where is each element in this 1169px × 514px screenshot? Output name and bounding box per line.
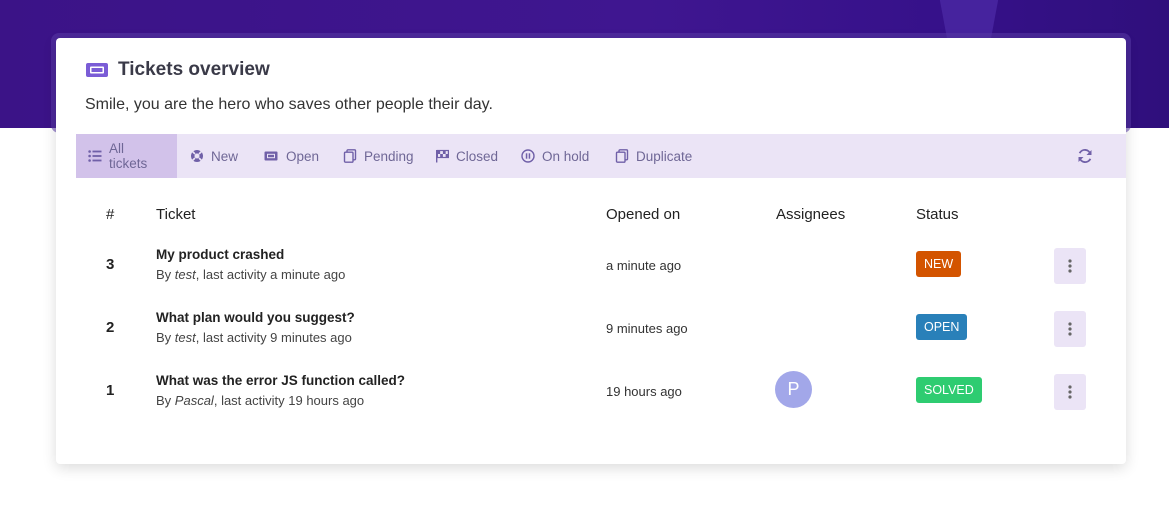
copy-icon [615, 149, 629, 163]
row-actions-button[interactable] [1054, 311, 1086, 347]
flag-checkered-icon [436, 149, 449, 163]
tab-pending[interactable]: Pending [331, 134, 426, 178]
tab-label: Duplicate [636, 148, 693, 164]
ticket-meta: By Pascal, last activity 19 hours ago [156, 393, 365, 408]
column-header-assignees: Assignees [776, 206, 846, 223]
tab-closed[interactable]: Closed [423, 134, 510, 178]
more-vertical-icon [1068, 322, 1072, 336]
ticket-meta: By test, last activity a minute ago [156, 267, 346, 282]
ticket-number: 3 [106, 256, 115, 273]
status-badge: SOLVED [916, 377, 982, 403]
card-header: Tickets overview Smile, you are the hero… [56, 38, 1126, 134]
row-actions-button[interactable] [1054, 374, 1086, 410]
column-header-number: # [106, 206, 115, 223]
last-activity: last activity 19 hours ago [221, 393, 365, 408]
ticket-title[interactable]: My product crashed [156, 247, 284, 262]
ticket-author: test [174, 330, 196, 345]
ticket-author: test [174, 267, 196, 282]
ticket-icon [264, 151, 278, 161]
opened-on: 19 hours ago [606, 384, 682, 399]
list-icon [88, 150, 102, 162]
tab-all-tickets[interactable]: All tickets [76, 134, 177, 178]
status-badge: NEW [916, 251, 962, 277]
column-header-opened-on: Opened on [606, 206, 681, 223]
refresh-icon[interactable] [1077, 148, 1093, 164]
tab-label: Pending [364, 148, 414, 164]
tab-label: Open [286, 148, 320, 164]
tab-new[interactable]: New [178, 134, 250, 178]
tab-label: All tickets [109, 141, 148, 171]
pause-circle-icon [521, 149, 535, 163]
copy-icon [343, 149, 357, 163]
ticket-number: 2 [106, 319, 115, 336]
tab-on-hold[interactable]: On hold [509, 134, 601, 178]
page-title: Tickets overview [118, 59, 270, 80]
column-header-status: Status [916, 206, 959, 223]
by-label: By [156, 330, 172, 345]
ticket-filter-tabs: All tickets New Open Pending Closed On h… [76, 134, 1126, 178]
last-activity: last activity 9 minutes ago [203, 330, 352, 345]
row-actions-button[interactable] [1054, 248, 1086, 284]
status-badge: OPEN [916, 314, 968, 340]
opened-on: 9 minutes ago [606, 321, 688, 336]
tab-duplicate[interactable]: Duplicate [603, 134, 704, 178]
ticket-number: 1 [106, 382, 115, 399]
tab-label: New [211, 148, 239, 164]
tab-open[interactable]: Open [251, 134, 331, 178]
tab-label: Closed [456, 148, 499, 164]
column-header-ticket: Ticket [156, 206, 196, 223]
more-vertical-icon [1068, 385, 1072, 399]
ticket-title[interactable]: What was the error JS function called? [156, 373, 405, 388]
ticket-author: Pascal [174, 393, 214, 408]
last-activity: last activity a minute ago [203, 267, 346, 282]
more-vertical-icon [1068, 259, 1072, 273]
ticket-icon [86, 63, 108, 77]
ticket-title[interactable]: What plan would you suggest? [156, 310, 355, 325]
ticket-meta: By test, last activity 9 minutes ago [156, 330, 352, 345]
by-label: By [156, 267, 172, 282]
by-label: By [156, 393, 172, 408]
tickets-card: Tickets overview Smile, you are the hero… [56, 38, 1126, 464]
avatar[interactable]: P [775, 371, 812, 408]
opened-on: a minute ago [606, 258, 682, 273]
tab-label: On hold [542, 148, 590, 164]
lifebuoy-icon [191, 150, 203, 162]
page-subtitle: Smile, you are the hero who saves other … [85, 96, 493, 113]
